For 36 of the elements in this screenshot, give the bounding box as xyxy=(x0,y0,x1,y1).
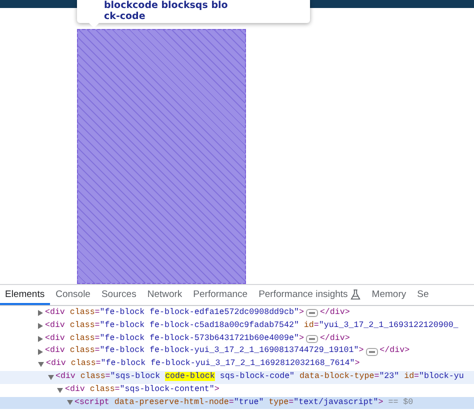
code-line: <div class="sqs-block-content"> xyxy=(65,384,220,396)
devtools-tab[interactable]: Memory xyxy=(366,285,412,305)
code-line: <div class="fe-block fe-block-edfa1e572dc0908dd9cb"> xyxy=(45,307,304,319)
devtools-tab[interactable]: Performance xyxy=(188,285,253,305)
node-row[interactable]: <div class="fe-block fe-block-edfa1e572dc0908dd9cb"> </div> xyxy=(0,307,474,320)
devtools-tab[interactable]: Network xyxy=(142,285,188,305)
code-line: <div class="sqs-block code-block sqs-block-code" data-block-type="23" id="block-yu xyxy=(56,370,464,383)
closing-tag: </div> xyxy=(380,345,410,358)
hovered-node-row[interactable]: <div class="sqs-block code-block sqs-block-code" data-block-type="23" id="block-yu xyxy=(0,370,474,384)
code-line: <div class="fe-block fe-block-c5ad18a00c9fadab7542" id="yui_3_17_2_1_1693122120900_ xyxy=(45,320,458,332)
caret-icon[interactable] xyxy=(48,374,54,380)
node-row[interactable]: <div class="fe-block fe-block-c5ad18a00c9fadab7542" id="yui_3_17_2_1_1693122120900_ xyxy=(0,320,474,333)
ellipsis-icon[interactable] xyxy=(306,334,318,343)
ellipsis-icon[interactable] xyxy=(366,348,378,356)
caret-icon[interactable] xyxy=(38,310,43,316)
devtools-tab[interactable]: Elements xyxy=(0,285,50,305)
tooltip-text: blockcode blocksqs blo ck-code xyxy=(104,0,229,22)
devtools-tab[interactable]: Sources xyxy=(96,285,142,305)
devtools-tab[interactable]: Performance insights xyxy=(254,285,366,305)
flask-icon xyxy=(350,288,361,300)
caret-icon[interactable] xyxy=(38,336,43,342)
devtools-tab[interactable]: Se xyxy=(412,285,434,305)
node-row[interactable]: <div class="fe-block fe-block-573b6431721b60e4009e"> </div> xyxy=(0,332,474,346)
closing-tag: </div> xyxy=(320,307,350,320)
code-line: <div class="fe-block fe-block-yui_3_17_2_1_1692812032168_7614"> xyxy=(46,358,360,370)
closing-tag: </div> xyxy=(320,332,350,346)
node-row[interactable]: <div class="fe-block fe-block-yui_3_17_2_1_1690813744729_19101"> </div> xyxy=(0,345,474,358)
code-line: <div class="fe-block fe-block-yui_3_17_2_1_1690813744729_19101"> xyxy=(45,345,364,358)
devtools-tab[interactable]: Console xyxy=(50,285,96,305)
caret-icon[interactable] xyxy=(38,323,43,330)
caret-icon[interactable] xyxy=(66,400,72,406)
ellipsis-icon[interactable] xyxy=(306,309,318,318)
caret-icon[interactable] xyxy=(38,348,43,355)
code-line: <div class="fe-block fe-block-573b6431721b60e4009e"> xyxy=(45,332,304,345)
code-line: <script data-preserve-html-node="true" type="text/javascript"> == $0 xyxy=(74,396,414,409)
selected-node-row[interactable]: <script data-preserve-html-node="true" type="text/javascript"> == $0 xyxy=(0,396,474,410)
